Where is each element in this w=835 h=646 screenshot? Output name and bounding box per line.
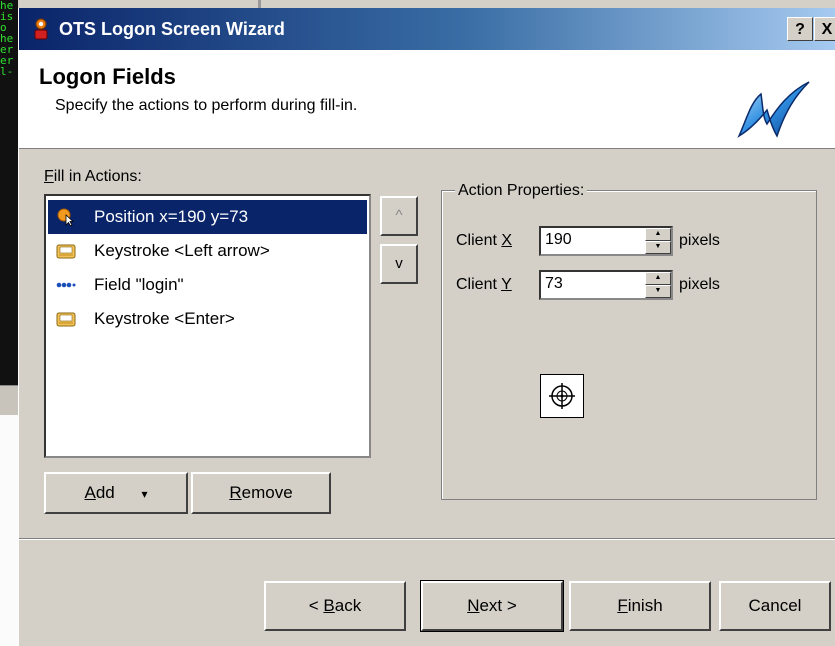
list-item-label: Keystroke <Left arrow>	[94, 241, 270, 260]
background-window-strip	[18, 0, 835, 8]
client-y-unit: pixels	[679, 276, 720, 293]
cancel-button[interactable]: Cancel	[719, 581, 831, 631]
dropdown-arrow-icon: ▾	[141, 487, 148, 501]
crosshair-icon	[549, 383, 575, 409]
add-button[interactable]: Add ▾	[44, 472, 188, 514]
fill-in-actions-list[interactable]: Position x=190 y=73 Keystroke <Left arro…	[44, 194, 371, 458]
client-x-label: Client X	[456, 232, 513, 249]
spin-down-icon[interactable]: ▼	[645, 241, 671, 254]
spin-up-icon[interactable]: ▲	[645, 228, 671, 241]
help-button[interactable]: ?	[787, 17, 813, 41]
list-item-label: Keystroke <Enter>	[94, 309, 235, 328]
list-item-label: Field "login"	[94, 275, 184, 294]
window-title: OTS Logon Screen Wizard	[59, 19, 285, 39]
move-down-button[interactable]: v	[380, 244, 418, 284]
next-button[interactable]: Next >	[420, 580, 564, 632]
client-x-input[interactable]: 190 ▲ ▼	[539, 226, 673, 256]
background-terminal: he is o he er er l-	[0, 0, 18, 385]
footer-divider	[19, 538, 835, 540]
list-item[interactable]: Position x=190 y=73	[48, 200, 367, 234]
spin-up-icon[interactable]: ▲	[645, 272, 671, 285]
keyboard-icon	[56, 312, 76, 327]
page-subtitle: Specify the actions to perform during fi…	[55, 97, 358, 114]
client-x-unit: pixels	[679, 232, 720, 249]
client-x-spinner[interactable]: ▲ ▼	[645, 228, 671, 254]
user-icon	[34, 18, 48, 40]
fill-in-actions-label: Fill in Actions:	[44, 168, 142, 185]
list-item-label: Position x=190 y=73	[94, 207, 249, 226]
background-splitter	[258, 0, 261, 8]
remove-button[interactable]: Remove	[191, 472, 331, 514]
list-item[interactable]: Keystroke <Left arrow>	[48, 234, 367, 268]
finish-button[interactable]: Finish	[569, 581, 711, 631]
page-title: Logon Fields	[39, 64, 176, 89]
close-button[interactable]: X	[814, 17, 835, 41]
wizard-logo-icon	[737, 81, 810, 138]
field-icon	[56, 282, 76, 288]
cursor-icon	[57, 208, 75, 226]
keyboard-icon	[56, 244, 76, 259]
client-y-value: 73	[545, 275, 563, 292]
back-button[interactable]: < Back	[264, 581, 406, 631]
title-bar[interactable]: OTS Logon Screen Wizard ? X	[19, 8, 835, 50]
move-up-button[interactable]: ^	[380, 196, 418, 236]
client-y-input[interactable]: 73 ▲ ▼	[539, 270, 673, 300]
background-window	[0, 415, 19, 646]
client-y-spinner[interactable]: ▲ ▼	[645, 272, 671, 298]
wizard-dialog: OTS Logon Screen Wizard ? X Logon Fields…	[18, 8, 835, 646]
client-y-label: Client Y	[456, 276, 512, 293]
client-x-value: 190	[545, 231, 572, 248]
terminal-frame-bottom	[0, 385, 18, 416]
list-item[interactable]: Keystroke <Enter>	[48, 302, 367, 336]
list-item[interactable]: Field "login"	[48, 268, 367, 302]
action-properties-title: Action Properties:	[455, 182, 588, 200]
spin-down-icon[interactable]: ▼	[645, 285, 671, 298]
terminal-line: l-	[0, 65, 14, 78]
wizard-header: Logon Fields Specify the actions to perf…	[19, 50, 835, 149]
crosshair-target-icon[interactable]	[540, 374, 584, 418]
